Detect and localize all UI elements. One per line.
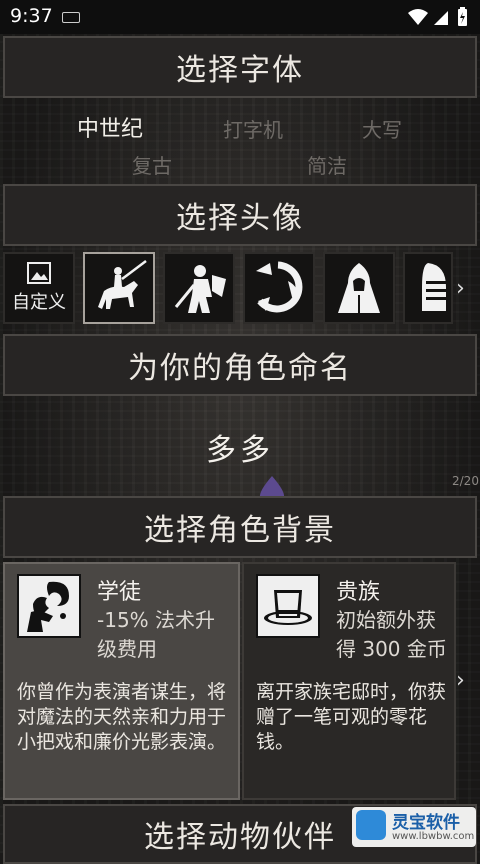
name-section-title: 为你的角色命名 bbox=[128, 351, 352, 386]
helmet-icon[interactable] bbox=[403, 252, 453, 324]
image-icon bbox=[27, 262, 51, 284]
background-card-noble[interactable]: 贵族 初始额外获 得 300 金币 离开家族宅邸时，你获赠了一笔可观的零花钱。 bbox=[242, 562, 456, 800]
font-option-vintage[interactable]: 复古 bbox=[132, 150, 172, 179]
custom-avatar-button[interactable]: 自定义 bbox=[3, 252, 75, 324]
font-option-medieval[interactable]: 中世纪 bbox=[77, 111, 143, 143]
font-section-header: 选择字体 bbox=[3, 36, 477, 98]
status-time: 9:37 bbox=[10, 5, 53, 27]
chevron-right-icon[interactable]: › bbox=[456, 276, 465, 301]
name-section-header: 为你的角色命名 bbox=[3, 334, 477, 396]
card-bonus-line2: 得 300 金币 bbox=[336, 637, 447, 661]
knight-on-horse-icon[interactable] bbox=[83, 252, 155, 324]
card-description: 离开家族宅邸时，你获赠了一笔可观的零花钱。 bbox=[256, 681, 447, 753]
card-title: 贵族 bbox=[336, 580, 381, 605]
wifi-icon bbox=[408, 9, 428, 25]
watermark-logo-icon bbox=[356, 810, 386, 840]
background-section-title: 选择角色背景 bbox=[144, 513, 336, 548]
font-option-simple[interactable]: 简洁 bbox=[307, 150, 347, 179]
custom-avatar-label: 自定义 bbox=[12, 292, 66, 313]
signal-icon bbox=[434, 11, 448, 25]
character-name-input[interactable]: 多多 bbox=[0, 425, 480, 469]
card-title: 学徒 bbox=[97, 580, 142, 605]
avatar-section-title: 选择头像 bbox=[176, 201, 304, 236]
card-description: 你曾作为表演者谋生，将对魔法的天然亲和力用于小把戏和廉价光影表演。 bbox=[17, 681, 227, 753]
card-bonus-line1: 初始额外获 bbox=[336, 608, 436, 632]
warrior-shield-icon[interactable] bbox=[243, 252, 315, 324]
top-hat-icon bbox=[256, 574, 320, 638]
font-option-uppercase[interactable]: 大写 bbox=[362, 114, 402, 143]
background-section-header: 选择角色背景 bbox=[3, 496, 477, 558]
keyboard-icon bbox=[62, 12, 80, 23]
hooded-figure-icon[interactable] bbox=[323, 252, 395, 324]
swordsman-icon[interactable] bbox=[163, 252, 235, 324]
watermark-url: www.lbwbw.com bbox=[392, 831, 475, 842]
card-bonus: -15% 法术升 级费用 bbox=[97, 606, 237, 664]
avatar-row: 自定义 › bbox=[0, 250, 480, 330]
watermark-name: 灵宝软件 bbox=[392, 813, 460, 833]
companion-section-title: 选择动物伙伴 bbox=[144, 820, 336, 855]
system-status-icons bbox=[408, 7, 467, 26]
font-option-typewriter[interactable]: 打字机 bbox=[223, 114, 283, 143]
status-bar: 9:37 bbox=[0, 0, 480, 34]
card-bonus: 初始额外获 得 300 金币 bbox=[336, 606, 454, 664]
chevron-right-icon[interactable]: › bbox=[456, 668, 465, 693]
font-section-title: 选择字体 bbox=[176, 53, 304, 88]
watermark: 灵宝软件 www.lbwbw.com bbox=[352, 807, 476, 847]
card-bonus-line2: 级费用 bbox=[97, 637, 157, 661]
avatar-section-header: 选择头像 bbox=[3, 184, 477, 246]
background-card-apprentice[interactable]: 学徒 -15% 法术升 级费用 你曾作为表演者谋生，将对魔法的天然亲和力用于小把… bbox=[3, 562, 240, 800]
page-counter: 2/20 bbox=[452, 474, 479, 488]
magic-hand-icon bbox=[17, 574, 81, 638]
card-bonus-line1: -15% 法术升 bbox=[97, 608, 216, 632]
